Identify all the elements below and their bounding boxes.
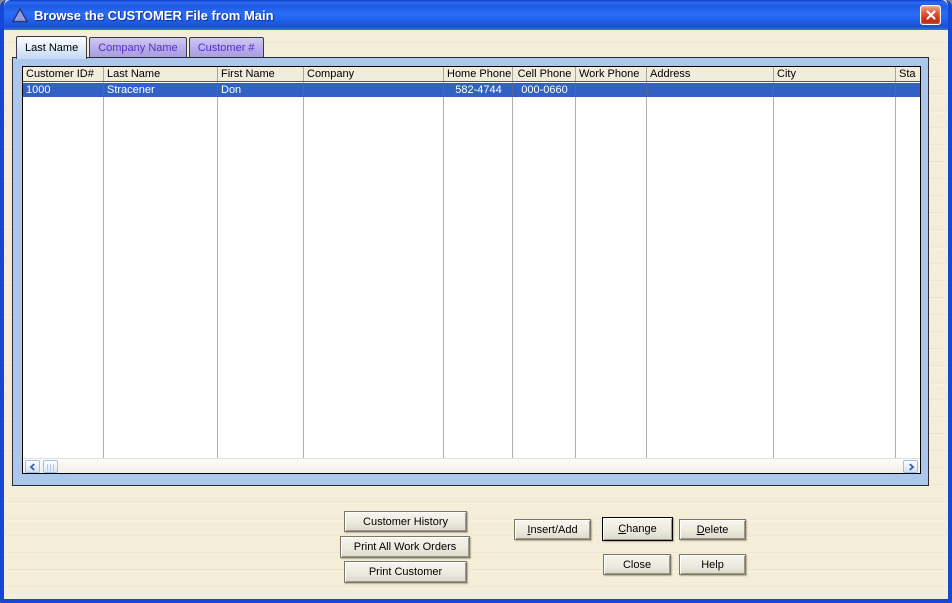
table-cell: Don (218, 83, 304, 97)
table-cell: 582-4744 (444, 83, 513, 97)
column-header[interactable]: Last Name (104, 67, 218, 81)
table-cell: 1000 (23, 83, 104, 97)
table-row[interactable]: 1000StracenerDon 582-4744000-0660 (23, 83, 920, 97)
column-header[interactable]: Company (304, 67, 444, 81)
app-triangle-icon (12, 8, 28, 23)
column-header[interactable]: Cell Phone (513, 67, 576, 81)
close-dialog-button[interactable]: Close (603, 554, 671, 575)
column-header[interactable]: Address (647, 67, 774, 81)
table-cell (304, 83, 444, 97)
column-header[interactable]: Customer ID# (23, 67, 104, 81)
scrollbar-grip-icon (47, 464, 55, 471)
scroll-right-icon (907, 463, 915, 471)
list-body: 1000StracenerDon 582-4744000-0660 (23, 83, 920, 458)
window-body: Last NameCompany NameCustomer # Customer… (4, 30, 948, 599)
customer-list: Customer ID#Last NameFirst NameCompanyHo… (22, 66, 921, 474)
print-customer-button[interactable]: Print Customer (344, 561, 467, 583)
customer-list-viewport: Customer ID#Last NameFirst NameCompanyHo… (23, 67, 920, 473)
tab-last-name[interactable]: Last Name (16, 36, 87, 59)
column-header[interactable]: Home Phone (444, 67, 513, 81)
table-cell (576, 83, 647, 97)
tab-panel: Customer ID#Last NameFirst NameCompanyHo… (12, 57, 929, 486)
table-cell (647, 83, 774, 97)
scroll-left-icon (29, 463, 37, 471)
change-button[interactable]: Change (602, 517, 673, 541)
tab-customer[interactable]: Customer # (189, 37, 264, 57)
insert-add-button[interactable]: Insert/Add (514, 519, 591, 540)
print-all-work-orders-button[interactable]: Print All Work Orders (340, 536, 470, 558)
horizontal-scrollbar[interactable] (23, 458, 920, 473)
scroll-left-button[interactable] (25, 460, 40, 473)
tab-company-name[interactable]: Company Name (89, 37, 186, 57)
table-cell: 000-0660 (513, 83, 576, 97)
table-cell (896, 83, 920, 97)
column-header[interactable]: First Name (218, 67, 304, 81)
app-window: Browse the CUSTOMER File from Main Last … (0, 0, 952, 603)
table-cell (774, 83, 896, 97)
table-cell: Stracener (104, 83, 218, 97)
delete-button[interactable]: Delete (679, 519, 746, 540)
help-button[interactable]: Help (679, 554, 746, 575)
close-button[interactable] (920, 5, 941, 25)
titlebar[interactable]: Browse the CUSTOMER File from Main (4, 0, 948, 30)
scroll-right-button[interactable] (903, 460, 918, 473)
list-header: Customer ID#Last NameFirst NameCompanyHo… (23, 67, 920, 82)
close-x-icon (926, 10, 936, 20)
tab-bar: Last NameCompany NameCustomer # (16, 35, 266, 58)
column-header[interactable]: Sta (896, 67, 920, 81)
column-header[interactable]: City (774, 67, 896, 81)
column-header[interactable]: Work Phone (576, 67, 647, 81)
customer-history-button[interactable]: Customer History (344, 511, 467, 532)
window-title: Browse the CUSTOMER File from Main (34, 8, 274, 23)
scrollbar-thumb[interactable] (43, 460, 58, 473)
